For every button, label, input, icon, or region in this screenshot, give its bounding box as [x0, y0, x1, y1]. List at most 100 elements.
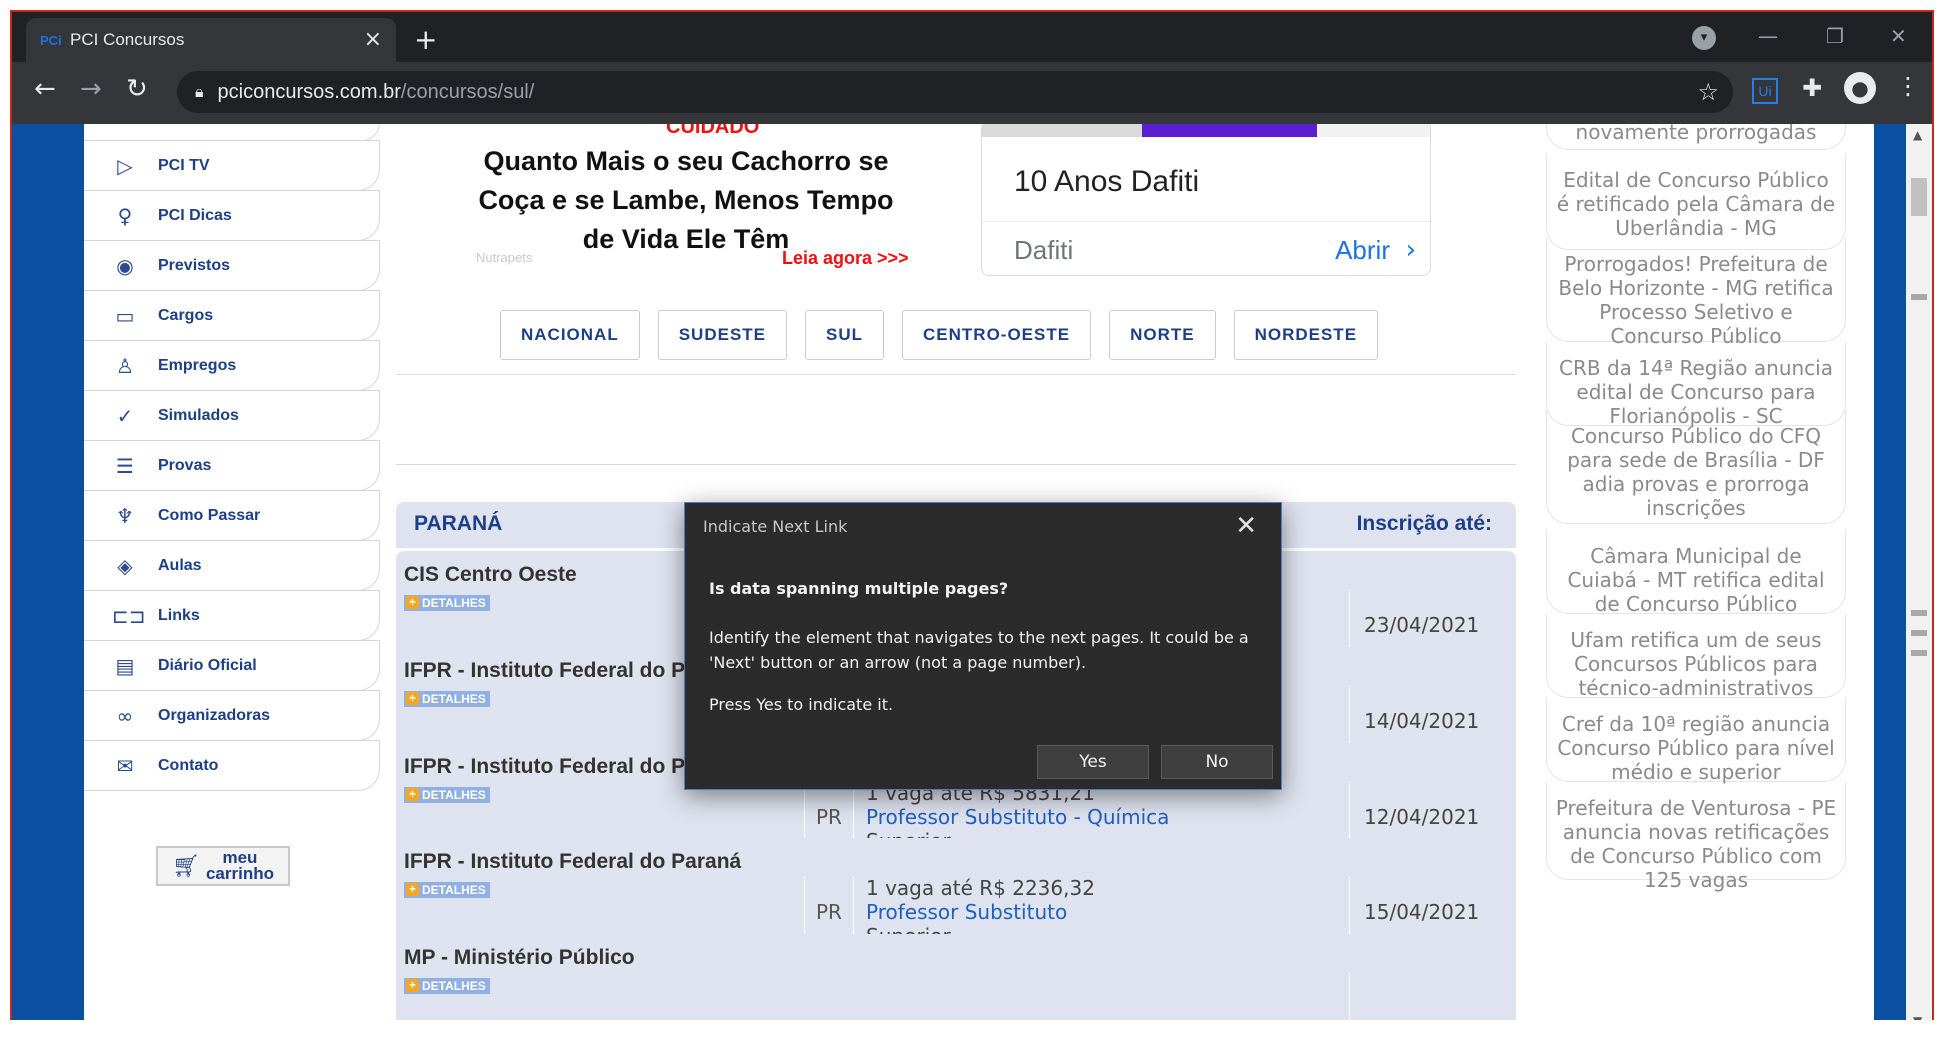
news-link[interactable]: Ufam retifica um de seus Concursos Públi… — [1546, 614, 1846, 700]
cart-logo-line2: carrinho — [205, 864, 274, 883]
browser-menu-icon[interactable]: ⋮ — [1896, 72, 1920, 100]
sidebar-item-label: PCI TV — [158, 156, 210, 174]
sidebar-item-label: Organizadoras — [158, 706, 271, 724]
newspaper-icon: ▤ — [115, 653, 135, 678]
forward-icon[interactable]: → — [80, 76, 102, 102]
sidebar-item-label: Cargos — [158, 306, 214, 324]
region-filter-bar: NACIONAL SUDESTE SUL CENTRO-OESTE NORTE NORDE… — [500, 310, 1379, 360]
plus-icon: + — [406, 979, 419, 992]
region-button-centro-oeste[interactable]: CENTRO-OESTE — [902, 310, 1092, 360]
sidebar-item-di-rio-oficial[interactable]: ▤ Diário Oficial — [84, 640, 380, 691]
bookmark-star-icon[interactable]: ☆ — [1697, 78, 1719, 106]
ad-advertiser: Dafiti — [1014, 235, 1074, 265]
news-link[interactable]: Edital de Concurso Público é retificado … — [1546, 154, 1846, 250]
region-button-nacional[interactable]: NACIONAL — [500, 310, 640, 360]
tab-close-icon[interactable]: × — [364, 29, 382, 51]
ad-image — [982, 124, 1430, 137]
details-label: DETALHES — [422, 596, 486, 610]
sidebar-item-aulas[interactable]: ◈ Aulas — [84, 540, 380, 591]
sidebar-item-label: Contato — [158, 756, 219, 774]
dialog-close-icon[interactable]: ✕ — [1235, 511, 1257, 541]
dialog-message: Identify the element that navigates to t… — [709, 628, 1249, 672]
org-name-link[interactable]: CIS Centro Oeste — [404, 563, 577, 587]
news-link[interactable]: Cref da 10ª região anuncia Concurso Públ… — [1546, 698, 1846, 784]
eye-icon: ◉ — [116, 253, 134, 278]
video-icon: ◈ — [117, 553, 133, 578]
org-name-link[interactable]: MP - Ministério Público — [404, 946, 635, 970]
bottom-strip — [0, 1020, 1942, 1042]
scroll-up-icon[interactable]: ▲ — [1913, 128, 1922, 142]
sidebar-item-label: Diário Oficial — [158, 656, 257, 674]
browser-tab[interactable]: PCi PCI Concursos × — [26, 18, 396, 62]
region-button-sudeste[interactable]: SUDESTE — [657, 310, 788, 360]
sidebar-item-label: Aulas — [158, 556, 202, 574]
news-link[interactable]: Prefeitura de Venturosa - PE anuncia nov… — [1546, 782, 1846, 892]
region-button-sul[interactable]: SUL — [805, 310, 885, 360]
extensions-puzzle-icon[interactable]: ✚ — [1802, 74, 1822, 102]
address-bar[interactable]: 🔒︎ pciconcursos.com.br /concursos/sul/ ☆ — [177, 71, 1733, 113]
sidebar-item-label: Empregos — [158, 356, 237, 374]
sidebar-item-cargos[interactable]: ▭ Cargos — [84, 290, 380, 341]
sidebar-item-previstos[interactable]: ◉ Previstos — [84, 240, 380, 291]
tab-search-icon[interactable]: ▾ — [1692, 26, 1716, 50]
org-name-link[interactable]: IFPR - Instituto Federal do Paraná — [404, 850, 741, 874]
sidebar-item-label: Como Passar — [158, 506, 261, 524]
sidebar-item-empregos[interactable]: ♙ Empregos — [84, 340, 380, 391]
sidebar-item-contato[interactable]: ✉ Contato — [84, 740, 380, 791]
sidebar-item-links[interactable]: ⊏⊐ Links — [84, 590, 380, 641]
details-button[interactable]: + DETALHES — [404, 691, 490, 707]
plus-icon: + — [406, 692, 419, 705]
window-close-icon[interactable]: ✕ — [1890, 24, 1907, 48]
vacancy-info: 1 vaga até R$ 2236,32 — [866, 876, 1095, 900]
sidebar-item-simulados[interactable]: ✓ Simulados — [84, 390, 380, 441]
meu-carrinho-logo[interactable]: 🛒︎ meu carrinho — [156, 846, 290, 886]
ad-cta-link[interactable]: Leia agora >>> — [782, 248, 909, 269]
back-icon[interactable]: ← — [34, 76, 56, 102]
details-button[interactable]: + DETALHES — [404, 978, 490, 994]
new-tab-button[interactable]: + — [414, 26, 437, 54]
dialog-title: Indicate Next Link — [703, 517, 848, 536]
reload-icon[interactable]: ↻ — [126, 76, 148, 102]
tab-bar: PCi PCI Concursos × + ▾ — ❐ ✕ — [12, 12, 1932, 62]
details-button[interactable]: + DETALHES — [404, 595, 490, 611]
details-button[interactable]: + DETALHES — [404, 787, 490, 803]
restore-icon[interactable]: ❐ — [1826, 24, 1844, 48]
deadline-date: 15/04/2021 — [1364, 900, 1480, 924]
sidebar-item-pci-tv[interactable]: ▷ PCI TV — [84, 140, 380, 191]
deadline-date: 14/04/2021 — [1364, 709, 1480, 733]
dialog-question: Is data spanning multiple pages? — [709, 579, 1009, 598]
details-button[interactable]: + DETALHES — [404, 882, 490, 898]
ad-nutrapets[interactable]: CUIDADO Quanto Mais o seu Cachorro se Co… — [476, 124, 946, 274]
sidebar-item-organizadoras[interactable]: ∞ Organizadoras — [84, 690, 380, 741]
profile-avatar-icon[interactable]: ● — [1844, 72, 1876, 104]
news-link[interactable]: Concurso Público do CFQ para sede de Bra… — [1546, 410, 1846, 524]
uipath-extension-icon[interactable]: Ui — [1752, 78, 1778, 104]
url-host: pciconcursos.com.br — [217, 80, 401, 103]
minimize-icon[interactable]: — — [1758, 24, 1778, 48]
ad-dafiti[interactable]: 10 Anos Dafiti Dafiti Abrir › — [981, 124, 1431, 276]
position-link[interactable]: Professor Substituto - Química — [866, 805, 1169, 829]
region-button-nordeste[interactable]: NORDESTE — [1233, 310, 1379, 360]
sidebar-item-provas[interactable]: ☰ Provas — [84, 440, 380, 491]
sidebar-item-pci-dicas[interactable]: ♀ PCI Dicas — [84, 190, 380, 241]
person-icon: ♙ — [116, 353, 134, 378]
site-favicon-icon: PCi — [40, 32, 62, 48]
ad-warning: CUIDADO — [666, 124, 760, 138]
sidebar-item-label: Provas — [158, 456, 212, 474]
no-button[interactable]: No — [1161, 745, 1273, 779]
page-scrollbar[interactable]: ▲ ▼ — [1906, 124, 1932, 1030]
url-path: /concursos/sul/ — [400, 80, 535, 103]
scroll-thumb[interactable] — [1911, 178, 1927, 216]
page-viewport: ▷ PCI TV ♀ PCI Dicas ◉ Previstos ▭ Cargos ♙ Empre… — [12, 124, 1932, 1030]
news-link[interactable]: Câmara Municipal de Cuiabá - MT retifica… — [1546, 530, 1846, 616]
lightbulb-icon: ♀ — [117, 203, 133, 228]
yes-button[interactable]: Yes — [1037, 745, 1149, 779]
grid-icon: ∞ — [116, 703, 134, 728]
news-link[interactable]: novamente prorrogadas — [1546, 124, 1846, 150]
sidebar-item-como-passar[interactable]: ♆ Como Passar — [84, 490, 380, 541]
region-button-norte[interactable]: NORTE — [1109, 310, 1216, 360]
news-link[interactable]: Prorrogados! Prefeitura de Belo Horizont… — [1546, 238, 1846, 348]
position-link[interactable]: Professor Substituto — [866, 900, 1067, 924]
browser-toolbar: ← → ↻ 🔒︎ pciconcursos.com.br /concursos/… — [12, 62, 1932, 124]
ad-open-button[interactable]: Abrir — [1335, 235, 1390, 266]
